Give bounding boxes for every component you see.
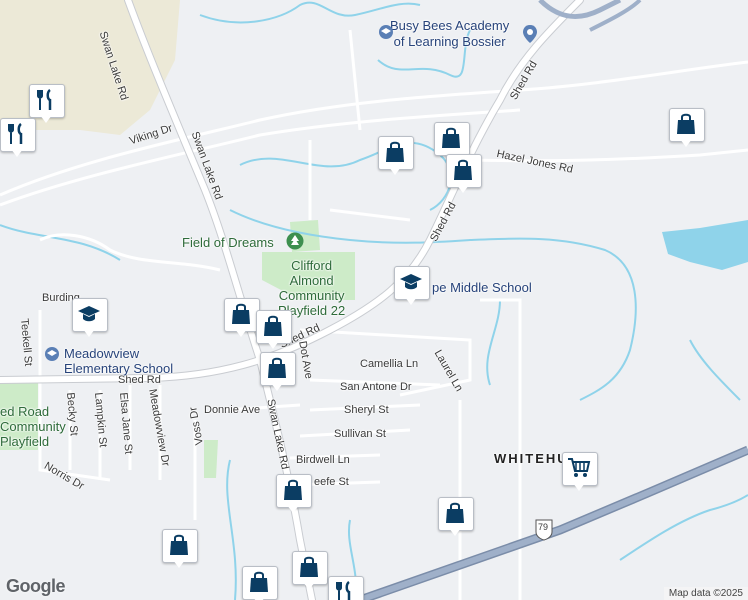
shopping-pin[interactable] — [438, 497, 474, 537]
place-field-of-dreams[interactable]: Field of Dreams — [182, 235, 274, 250]
shopping-pin[interactable] — [260, 352, 296, 392]
road-label-sullivan: Sullivan St — [334, 428, 386, 440]
road-label-san-antone: San Antone Dr — [340, 381, 412, 393]
location-pin-icon — [522, 24, 542, 44]
school-icon — [44, 346, 64, 366]
shopping-pin[interactable] — [242, 566, 278, 600]
road-label-donnie: Donnie Ave — [204, 404, 261, 416]
road-label-keefe: eefe St — [314, 476, 349, 488]
place-busy-bees[interactable]: Busy Bees Academy of Learning Bossier — [390, 18, 509, 50]
shopping-pin[interactable] — [378, 136, 414, 176]
school-pin[interactable] — [72, 298, 108, 338]
place-clifford-almond[interactable]: Clifford Almond Community Playfield 22 — [278, 258, 345, 318]
shopping-pin[interactable] — [276, 474, 312, 514]
place-whitehu: WHITEHU — [494, 451, 569, 466]
shopping-pin[interactable] — [162, 529, 198, 569]
shopping-bag-icon — [300, 556, 318, 577]
school-icon — [378, 24, 398, 44]
graduation-cap-icon — [78, 306, 100, 322]
fork-knife-icon — [8, 122, 23, 144]
road-label-birdwell: Birdwell Ln — [296, 454, 350, 466]
shopping-bag-icon — [232, 303, 250, 324]
shopping-bag-icon — [442, 127, 460, 148]
lake — [662, 220, 748, 270]
shopping-bag-icon — [284, 479, 302, 500]
restaurant-pin[interactable] — [328, 576, 364, 600]
shopping-pin[interactable] — [224, 298, 260, 338]
google-logo[interactable]: Google — [6, 576, 66, 597]
tree-icon — [286, 232, 306, 252]
road-label-camellia: Camellia Ln — [360, 358, 419, 370]
shopping-bag-icon — [454, 159, 472, 180]
grocery-pin[interactable] — [562, 452, 598, 492]
shopping-pin[interactable] — [446, 154, 482, 194]
shopping-bag-icon — [677, 113, 695, 134]
shopping-bag-icon — [250, 571, 268, 592]
place-meadowview-school[interactable]: Meadowview Elementary School — [64, 346, 173, 376]
graduation-cap-icon — [400, 274, 422, 290]
park-small — [204, 440, 218, 478]
shopping-bag-icon — [170, 534, 188, 555]
map-base-layer — [0, 0, 748, 600]
shopping-pin[interactable] — [256, 310, 292, 350]
map-canvas[interactable]: Swan Lake Rd Swan Lake Rd Swan Lake Rd S… — [0, 0, 748, 600]
school-pin[interactable] — [394, 266, 430, 306]
place-greenacres-middle-school[interactable]: pe Middle School — [432, 280, 532, 295]
shopping-pin[interactable] — [669, 108, 705, 148]
map-attribution[interactable]: Map data ©2025 — [663, 587, 748, 600]
shopping-bag-icon — [386, 141, 404, 162]
shopping-pin[interactable] — [292, 551, 328, 591]
shopping-bag-icon — [264, 315, 282, 336]
restaurant-pin[interactable] — [0, 118, 36, 158]
road-label-sheryl: Sheryl St — [344, 404, 389, 416]
fork-knife-icon — [336, 580, 351, 600]
shopping-cart-icon — [568, 458, 591, 477]
fork-knife-icon — [37, 88, 52, 110]
shopping-bag-icon — [446, 502, 464, 523]
place-shed-road-playfield[interactable]: ed Road Community Playfield — [0, 404, 66, 449]
highway-shield-label: 79 — [538, 522, 549, 532]
shopping-bag-icon — [268, 357, 286, 378]
